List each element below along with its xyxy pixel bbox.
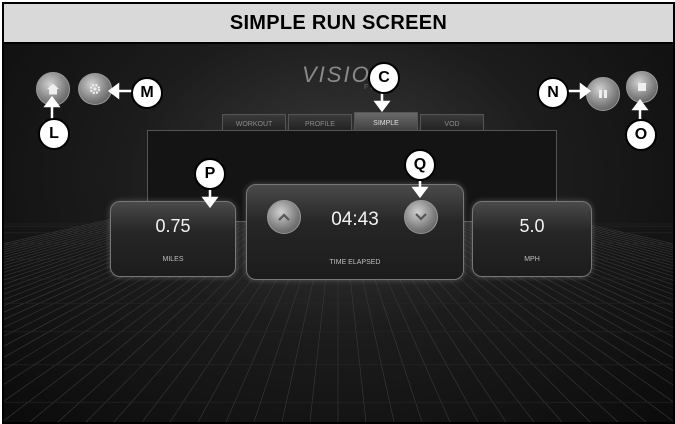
time-up-button[interactable] [267,200,301,234]
speed-tile: 5.0 MPH [472,201,592,277]
pause-icon [599,90,607,98]
stop-button[interactable] [626,71,658,103]
speed-value: 5.0 [519,216,545,236]
callout-o: O [625,119,657,151]
pause-button[interactable] [586,77,620,111]
miles-label: MILES [162,256,184,263]
stop-icon [638,83,646,91]
miles-value: 0.75 [155,216,191,236]
gear-icon [89,83,101,95]
speed-label: MPH [524,256,540,263]
figure-frame: SIMPLE RUN SCREEN VISIO FIT Workout Prof… [2,2,675,424]
callout-n: N [537,77,569,109]
run-screen: VISIO FIT Workout Profile Simple Vod 0.7… [4,44,673,422]
time-down-button[interactable] [404,200,438,234]
chevron-up-icon [278,213,290,221]
callout-m: M [131,77,163,109]
callout-c: C [368,62,400,94]
brand-logo: VISIO [302,62,371,87]
home-icon [47,83,59,95]
callout-q: Q [404,149,436,181]
callout-l: L [38,118,70,150]
home-button[interactable] [36,72,70,106]
callout-p: P [194,158,226,190]
figure-title: SIMPLE RUN SCREEN [4,4,673,44]
settings-button[interactable] [78,73,112,105]
chevron-down-icon [415,213,427,221]
miles-tile: 0.75 MILES [110,201,236,277]
time-label: TIME ELAPSED [329,259,381,266]
